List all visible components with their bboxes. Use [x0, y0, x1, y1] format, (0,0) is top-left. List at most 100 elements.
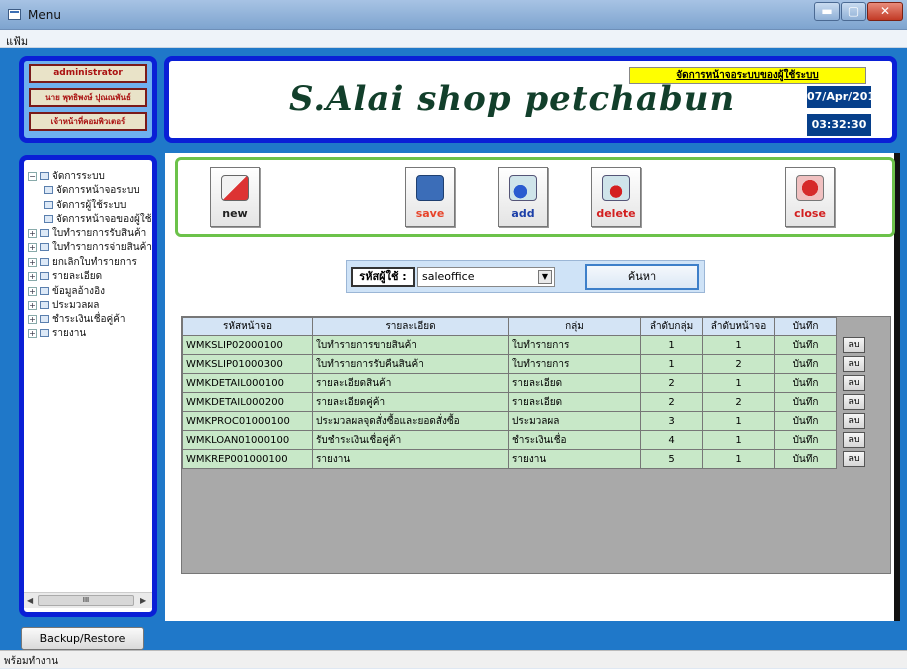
column-header[interactable]: บันทึก	[774, 317, 837, 336]
scrollbar-thumb[interactable]: III	[38, 595, 134, 606]
tree-item[interactable]: + ยกเลิกใบทำรายการ	[28, 256, 137, 269]
expand-icon[interactable]: +	[28, 271, 37, 281]
minimize-button[interactable]: ▬	[814, 2, 840, 21]
table-cell[interactable]: WMKPROC01000100	[182, 411, 313, 431]
table-cell[interactable]: 2	[702, 354, 775, 374]
expand-icon[interactable]: +	[28, 257, 37, 267]
table-cell[interactable]: บันทึก	[774, 430, 837, 450]
close-button[interactable]: close	[785, 167, 835, 227]
tree-item[interactable]: + ข้อมูลอ้างอิง	[28, 285, 105, 298]
column-header[interactable]: ลำดับหน้าจอ	[702, 317, 775, 336]
user-role-button[interactable]: administrator	[29, 64, 147, 83]
delete-row-button[interactable]: ลบ	[843, 356, 865, 372]
search-button[interactable]: ค้นหา	[585, 264, 699, 290]
table-row[interactable]: WMKSLIP02000100 ใบทำรายการขายสินค้า ใบทำรา…	[182, 335, 873, 355]
tree-item[interactable]: จัดการหน้าจอระบบ	[44, 184, 140, 197]
expand-icon[interactable]: +	[28, 286, 37, 296]
tree-item[interactable]: จัดการผู้ใช้ระบบ	[44, 199, 126, 212]
expand-icon[interactable]: +	[28, 242, 37, 252]
table-cell[interactable]: 1	[702, 335, 775, 355]
backup-restore-button[interactable]: Backup/Restore	[21, 627, 144, 650]
table-row[interactable]: WMKLOAN01000100 รับชำระเงินเชื่อคู่ค้า ชำร…	[182, 430, 873, 450]
delete-row-button[interactable]: ลบ	[843, 432, 865, 448]
expand-icon[interactable]: +	[28, 314, 37, 324]
column-header[interactable]: กลุ่ม	[508, 317, 641, 336]
table-cell[interactable]: บันทึก	[774, 335, 837, 355]
table-cell[interactable]: รายงาน	[312, 449, 509, 469]
table-cell[interactable]: ประมวลผลจุดสั่งซื้อและยอดสั่งซื้อ	[312, 411, 509, 431]
delete-row-button[interactable]: ลบ	[843, 394, 865, 410]
table-cell[interactable]: ใบทำรายการ	[508, 335, 641, 355]
table-cell[interactable]: บันทึก	[774, 449, 837, 469]
table-cell[interactable]: รายละเอียดคู่ค้า	[312, 392, 509, 412]
expand-icon[interactable]: +	[28, 328, 37, 338]
table-cell[interactable]: 4	[640, 430, 703, 450]
table-cell[interactable]: บันทึก	[774, 392, 837, 412]
table-cell[interactable]: รายละเอียด	[508, 392, 641, 412]
table-cell[interactable]: 2	[640, 373, 703, 393]
column-header[interactable]: รายละเอียด	[312, 317, 509, 336]
save-button[interactable]: save	[405, 167, 455, 227]
column-header[interactable]: ลำดับกลุ่ม	[640, 317, 703, 336]
table-cell[interactable]: บันทึก	[774, 373, 837, 393]
table-row[interactable]: WMKSLIP01000300 ใบทำรายการรับคืนสินค้า ใบท…	[182, 354, 873, 374]
close-window-button[interactable]: ✕	[867, 2, 903, 21]
delete-row-button[interactable]: ลบ	[843, 337, 865, 353]
user-id-select[interactable]: saleoffice ▼	[417, 267, 555, 287]
table-cell[interactable]: บันทึก	[774, 411, 837, 431]
expand-icon[interactable]: +	[28, 228, 37, 238]
table-cell[interactable]: 3	[640, 411, 703, 431]
table-cell[interactable]: รายละเอียดสินค้า	[312, 373, 509, 393]
scroll-left-icon[interactable]: ◀	[27, 596, 33, 605]
table-cell[interactable]: ใบทำรายการขายสินค้า	[312, 335, 509, 355]
table-cell[interactable]: ชำระเงินเชื่อ	[508, 430, 641, 450]
tree-item[interactable]: จัดการหน้าจอของผู้ใช้	[44, 213, 152, 226]
table-cell[interactable]: บันทึก	[774, 354, 837, 374]
table-cell[interactable]: 1	[702, 373, 775, 393]
chevron-down-icon[interactable]: ▼	[538, 270, 552, 284]
table-cell[interactable]: รายงาน	[508, 449, 641, 469]
screen-title-link[interactable]: จัดการหน้าจอระบบของผู้ใช้ระบบ	[629, 67, 866, 84]
table-cell[interactable]: 2	[702, 392, 775, 412]
delete-button[interactable]: delete	[591, 167, 641, 227]
user-position-button[interactable]: เจ้าหน้าที่คอมพิวเตอร์	[29, 112, 147, 131]
table-cell[interactable]: 1	[702, 449, 775, 469]
table-row[interactable]: WMKDETAIL000200 รายละเอียดคู่ค้า รายละเอีย…	[182, 392, 873, 412]
user-name-button[interactable]: นาย พุทธิพงษ์ ปุณณพันธ์	[29, 88, 147, 107]
maximize-button[interactable]: ▢	[841, 2, 866, 21]
tree-item[interactable]: + รายงาน	[28, 327, 86, 340]
table-cell[interactable]: รับชำระเงินเชื่อคู่ค้า	[312, 430, 509, 450]
tree-item[interactable]: − จัดการระบบ	[28, 170, 105, 183]
table-cell[interactable]: ประมวลผล	[508, 411, 641, 431]
column-header[interactable]: รหัสหน้าจอ	[182, 317, 313, 336]
table-cell[interactable]: 1	[702, 430, 775, 450]
tree-item[interactable]: + ใบทำรายการรับสินค้า	[28, 227, 146, 240]
table-cell[interactable]: ใบทำรายการ	[508, 354, 641, 374]
table-cell[interactable]: WMKDETAIL000200	[182, 392, 313, 412]
delete-row-button[interactable]: ลบ	[843, 451, 865, 467]
table-cell[interactable]: WMKSLIP02000100	[182, 335, 313, 355]
collapse-icon[interactable]: −	[28, 171, 37, 181]
table-cell[interactable]: WMKSLIP01000300	[182, 354, 313, 374]
table-cell[interactable]: รายละเอียด	[508, 373, 641, 393]
table-cell[interactable]: WMKDETAIL000100	[182, 373, 313, 393]
table-cell[interactable]: 1	[640, 354, 703, 374]
expand-icon[interactable]: +	[28, 300, 37, 310]
table-row[interactable]: WMKPROC01000100 ประมวลผลจุดสั่งซื้อและยอด…	[182, 411, 873, 431]
table-cell[interactable]: 5	[640, 449, 703, 469]
delete-row-button[interactable]: ลบ	[843, 375, 865, 391]
tree-item[interactable]: + ประมวลผล	[28, 299, 99, 312]
table-row[interactable]: WMKREP001000100 รายงาน รายงาน 5 1 บันทึก ลบ	[182, 449, 873, 469]
table-row[interactable]: WMKDETAIL000100 รายละเอียดสินค้า รายละเอีย…	[182, 373, 873, 393]
table-cell[interactable]: 2	[640, 392, 703, 412]
new-button[interactable]: new	[210, 167, 260, 227]
tree-horizontal-scrollbar[interactable]: ◀ III ▶	[24, 592, 152, 608]
table-cell[interactable]: WMKREP001000100	[182, 449, 313, 469]
tree-item[interactable]: + ชำระเงินเชื่อคู่ค้า	[28, 313, 126, 326]
table-cell[interactable]: 1	[640, 335, 703, 355]
table-cell[interactable]: WMKLOAN01000100	[182, 430, 313, 450]
tree-item[interactable]: + รายละเอียด	[28, 270, 102, 283]
scroll-right-icon[interactable]: ▶	[140, 596, 146, 605]
table-cell[interactable]: 1	[702, 411, 775, 431]
add-button[interactable]: add	[498, 167, 548, 227]
